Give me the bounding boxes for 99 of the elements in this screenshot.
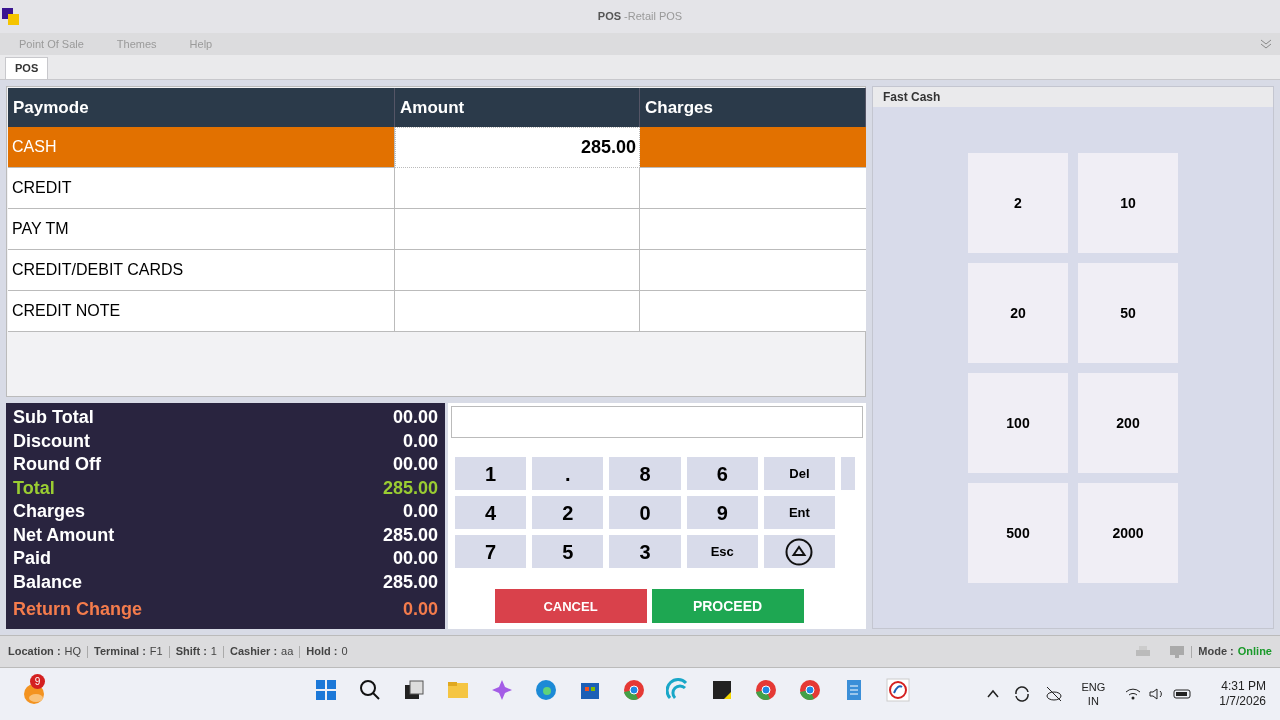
region-label[interactable]: IN [1087, 694, 1099, 708]
status-label: Cashier : [229, 644, 278, 660]
table-cell[interactable]: PAY TM [8, 209, 395, 250]
cloud-off-icon[interactable] [1045, 685, 1064, 703]
table-cell[interactable] [640, 168, 866, 209]
table-cell[interactable] [640, 209, 866, 250]
summary-value: 0.00 [402, 500, 438, 524]
chrome-icon[interactable] [622, 678, 646, 702]
table-cell[interactable]: CREDIT/DEBIT CARDS [8, 250, 395, 291]
sticky-note-icon[interactable] [710, 678, 734, 702]
panel-header: Fast Cash [873, 87, 1273, 107]
keypad-key[interactable]: 4 [455, 496, 527, 530]
table-cell[interactable]: CREDIT [8, 168, 395, 209]
eject-button[interactable] [763, 535, 835, 569]
summary-label: Return Change [13, 598, 142, 622]
status-value: 1 [210, 644, 217, 660]
fast-cash-button[interactable]: 500 [968, 483, 1068, 583]
clock-time[interactable]: 4:31 PM [1221, 679, 1266, 694]
battery-icon[interactable] [1173, 688, 1194, 700]
input-field[interactable] [451, 406, 863, 439]
window-title: POS -Retail POS [597, 10, 683, 23]
amount-field[interactable] [395, 168, 640, 209]
table-cell[interactable] [640, 250, 866, 291]
app-icon[interactable] [886, 678, 910, 702]
status-value: HQ [64, 644, 82, 660]
status-value: F1 [149, 644, 163, 660]
keypad-key[interactable]: 8 [609, 457, 681, 491]
start-icon[interactable] [314, 678, 338, 702]
sync-icon[interactable] [1013, 685, 1032, 703]
summary-label: Balance [13, 570, 83, 594]
chrome-icon[interactable] [798, 678, 822, 702]
summary-label: Discount [13, 429, 90, 453]
browser-icon[interactable] [534, 678, 558, 702]
chevron-up-icon[interactable] [987, 689, 1000, 699]
summary-label: Net Amount [13, 523, 115, 547]
clock-date[interactable]: 1/7/2026 [1219, 694, 1266, 709]
fast-cash-button[interactable]: 50 [1078, 263, 1178, 363]
column-header: Amount [395, 88, 640, 127]
collapse-icon[interactable] [1260, 39, 1272, 49]
fast-cash-button[interactable]: 20 [968, 263, 1068, 363]
summary-value: 00.00 [392, 406, 438, 430]
amount-field[interactable] [395, 291, 640, 332]
app-logo-icon [2, 7, 20, 26]
summary-value: 0.00 [402, 598, 438, 622]
keypad-key[interactable]: Del [763, 457, 835, 491]
fast-cash-button[interactable]: 2000 [1078, 483, 1178, 583]
summary-label: Sub Total [13, 406, 94, 430]
chrome-icon[interactable] [754, 678, 778, 702]
status-label: Terminal : [94, 644, 146, 660]
amount-field[interactable]: 285.00 [395, 127, 640, 168]
keypad-key[interactable]: Ent [763, 496, 835, 530]
summary-value: 285.00 [382, 570, 438, 594]
table-cell[interactable] [640, 127, 866, 168]
status-label: Location : [8, 644, 61, 660]
fast-cash-button[interactable]: 10 [1078, 153, 1178, 253]
status-value: aa [281, 644, 294, 660]
summary-label: Charges [13, 500, 86, 524]
sparkle-icon[interactable] [490, 678, 514, 702]
status-label: Hold : [306, 644, 338, 660]
summary-label: Round Off [13, 453, 101, 477]
wave-icon[interactable] [666, 678, 690, 702]
table-cell[interactable]: CREDIT NOTE [8, 291, 395, 332]
column-header: Charges [640, 88, 866, 127]
fast-cash-button[interactable]: 200 [1078, 373, 1178, 473]
fast-cash-button[interactable]: 2 [968, 153, 1068, 253]
keypad-key[interactable]: . [532, 457, 604, 491]
notification-badge: 9 [30, 674, 45, 689]
amount-field[interactable] [395, 209, 640, 250]
status-value: 0 [341, 644, 348, 660]
amount-field[interactable] [395, 250, 640, 291]
keypad-key[interactable]: 0 [609, 496, 681, 530]
status-label: Shift : [175, 644, 207, 660]
status-value: Online [1237, 644, 1272, 660]
summary-value: 285.00 [382, 476, 438, 500]
fast-cash-button[interactable]: 100 [968, 373, 1068, 473]
keypad-key[interactable]: 5 [532, 535, 604, 569]
cancel-button[interactable]: CANCEL [494, 589, 647, 624]
column-header: Paymode [8, 88, 395, 127]
keypad-key[interactable]: 7 [455, 535, 527, 569]
language-label[interactable]: ENG [1081, 680, 1106, 694]
task-view-icon[interactable] [402, 678, 426, 702]
summary-value: 00.00 [392, 453, 438, 477]
summary-label: Total [13, 476, 55, 500]
keypad-key[interactable]: 3 [609, 535, 681, 569]
table-cell[interactable] [640, 291, 866, 332]
keypad-key[interactable]: 9 [686, 496, 758, 530]
summary-label: Paid [13, 547, 51, 571]
summary-value: 00.00 [392, 547, 438, 571]
keypad-key[interactable]: Esc [686, 535, 758, 569]
status-label: Mode : [1198, 644, 1234, 660]
search-icon[interactable] [358, 678, 382, 702]
eject-icon [785, 537, 814, 566]
tab[interactable]: POS [5, 57, 49, 79]
keypad-key[interactable]: 2 [532, 496, 604, 530]
keypad-key[interactable]: 1 [455, 457, 527, 491]
keypad-key[interactable]: 6 [686, 457, 758, 491]
wifi-icon[interactable] [1125, 687, 1142, 701]
summary-value: 285.00 [382, 523, 438, 547]
summary-value: 0.00 [402, 429, 438, 453]
